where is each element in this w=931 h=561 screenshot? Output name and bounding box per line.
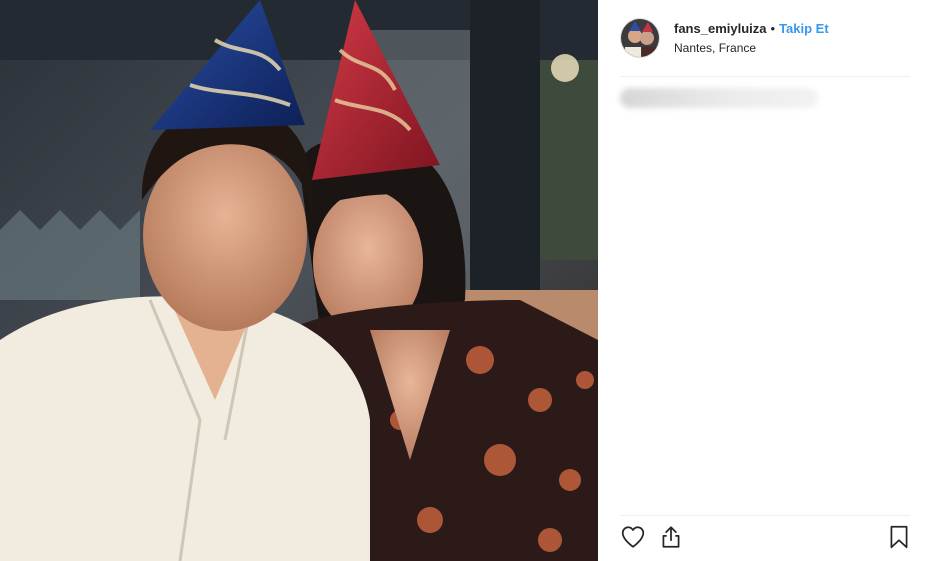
username-link[interactable]: fans_emiyluiza <box>674 21 767 36</box>
user-line: fans_emiyluiza • Takip Et <box>674 21 829 36</box>
header-divider <box>620 76 910 77</box>
action-bar <box>620 524 912 554</box>
post-header: fans_emiyluiza • Takip Et Nantes, France <box>620 16 910 62</box>
follow-button[interactable]: Takip Et <box>779 21 829 36</box>
location-link[interactable]: Nantes, France <box>674 41 756 55</box>
avatar[interactable] <box>620 18 660 58</box>
actions-divider <box>620 515 910 516</box>
share-icon[interactable] <box>658 524 686 552</box>
bookmark-icon[interactable] <box>886 524 914 552</box>
heart-icon[interactable] <box>620 524 648 552</box>
post-photo[interactable] <box>0 0 598 561</box>
blurred-caption <box>620 88 818 108</box>
separator-dot: • <box>770 21 776 36</box>
post-side-panel: fans_emiyluiza • Takip Et Nantes, France <box>598 0 931 561</box>
